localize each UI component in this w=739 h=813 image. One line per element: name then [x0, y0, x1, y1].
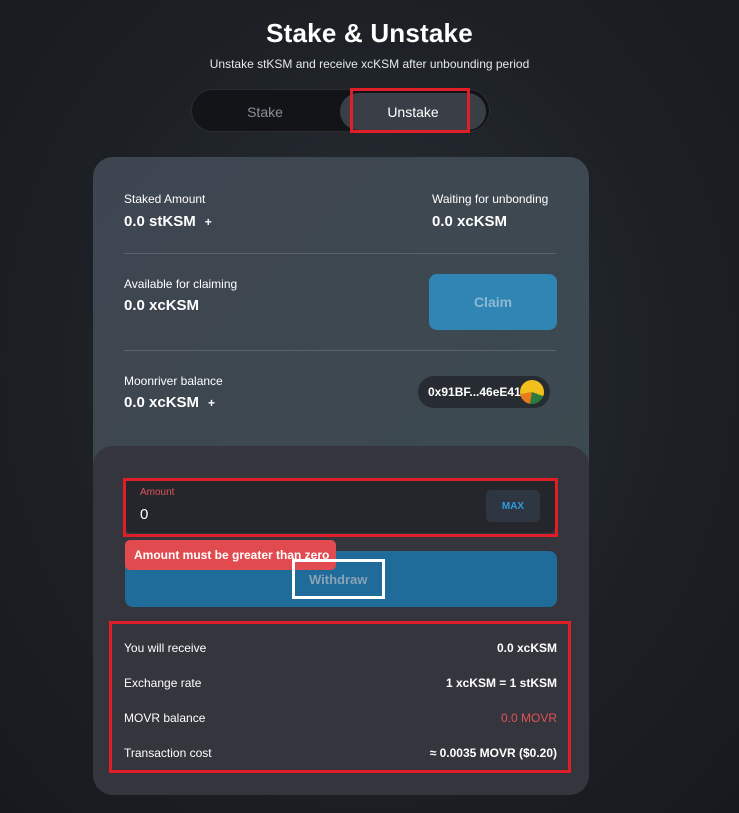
transaction-cost-value: ≈ 0.0035 MOVR ($0.20) [429, 746, 557, 760]
movr-balance-label: MOVR balance [124, 711, 206, 725]
unstake-form-panel: Amount MAX Withdraw Amount must be great… [93, 446, 589, 795]
stake-unstake-toggle: Stake Unstake [191, 89, 490, 132]
exchange-rate-label: Exchange rate [124, 676, 202, 690]
add-token-icon[interactable]: + [205, 396, 218, 410]
waiting-unbonding-value: 0.0 xcKSM [432, 213, 508, 230]
transaction-cost-label: Transaction cost [124, 746, 212, 760]
staked-amount-text: 0.0 stKSM [124, 213, 196, 230]
divider [124, 350, 556, 351]
moonriver-balance-label: Moonriver balance [124, 374, 223, 388]
moonriver-balance-value: 0.0 xcKSM + [124, 394, 218, 411]
tab-stake[interactable]: Stake [195, 93, 335, 130]
wallet-address: 0x91BF...46eE41 [428, 385, 521, 399]
page-subtitle: Unstake stKSM and receive xcKSM after un… [209, 57, 530, 71]
waiting-unbonding-label: Waiting for unbonding [432, 192, 549, 206]
available-claiming-value: 0.0 xcKSM [124, 297, 200, 314]
amount-error-tooltip: Amount must be greater than zero [125, 540, 336, 570]
divider [124, 253, 556, 254]
amount-field[interactable]: Amount MAX [125, 478, 555, 533]
available-claiming-label: Available for claiming [124, 277, 238, 291]
claim-button[interactable]: Claim [429, 274, 557, 330]
receive-value: 0.0 xcKSM [496, 641, 557, 655]
staked-amount-value: 0.0 stKSM + [124, 213, 215, 230]
wallet-address-pill[interactable]: 0x91BF...46eE41 [418, 376, 550, 408]
wallet-avatar-icon [520, 380, 544, 404]
page-title: Stake & Unstake [266, 18, 473, 48]
amount-label: Amount [140, 487, 175, 498]
staked-amount-label: Staked Amount [124, 192, 206, 206]
movr-balance-value: 0.0 MOVR [500, 711, 557, 725]
max-button[interactable]: MAX [486, 490, 540, 522]
amount-input[interactable] [140, 503, 440, 525]
add-token-icon[interactable]: + [202, 215, 215, 229]
moonriver-balance-text: 0.0 xcKSM [124, 394, 200, 411]
withdraw-label: Withdraw [309, 572, 368, 587]
unstake-card: Staked Amount 0.0 stKSM + Waiting for un… [93, 157, 589, 795]
receive-label: You will receive [124, 641, 207, 655]
tab-unstake[interactable]: Unstake [340, 93, 486, 130]
exchange-rate-value: 1 xcKSM = 1 stKSM [445, 676, 557, 690]
